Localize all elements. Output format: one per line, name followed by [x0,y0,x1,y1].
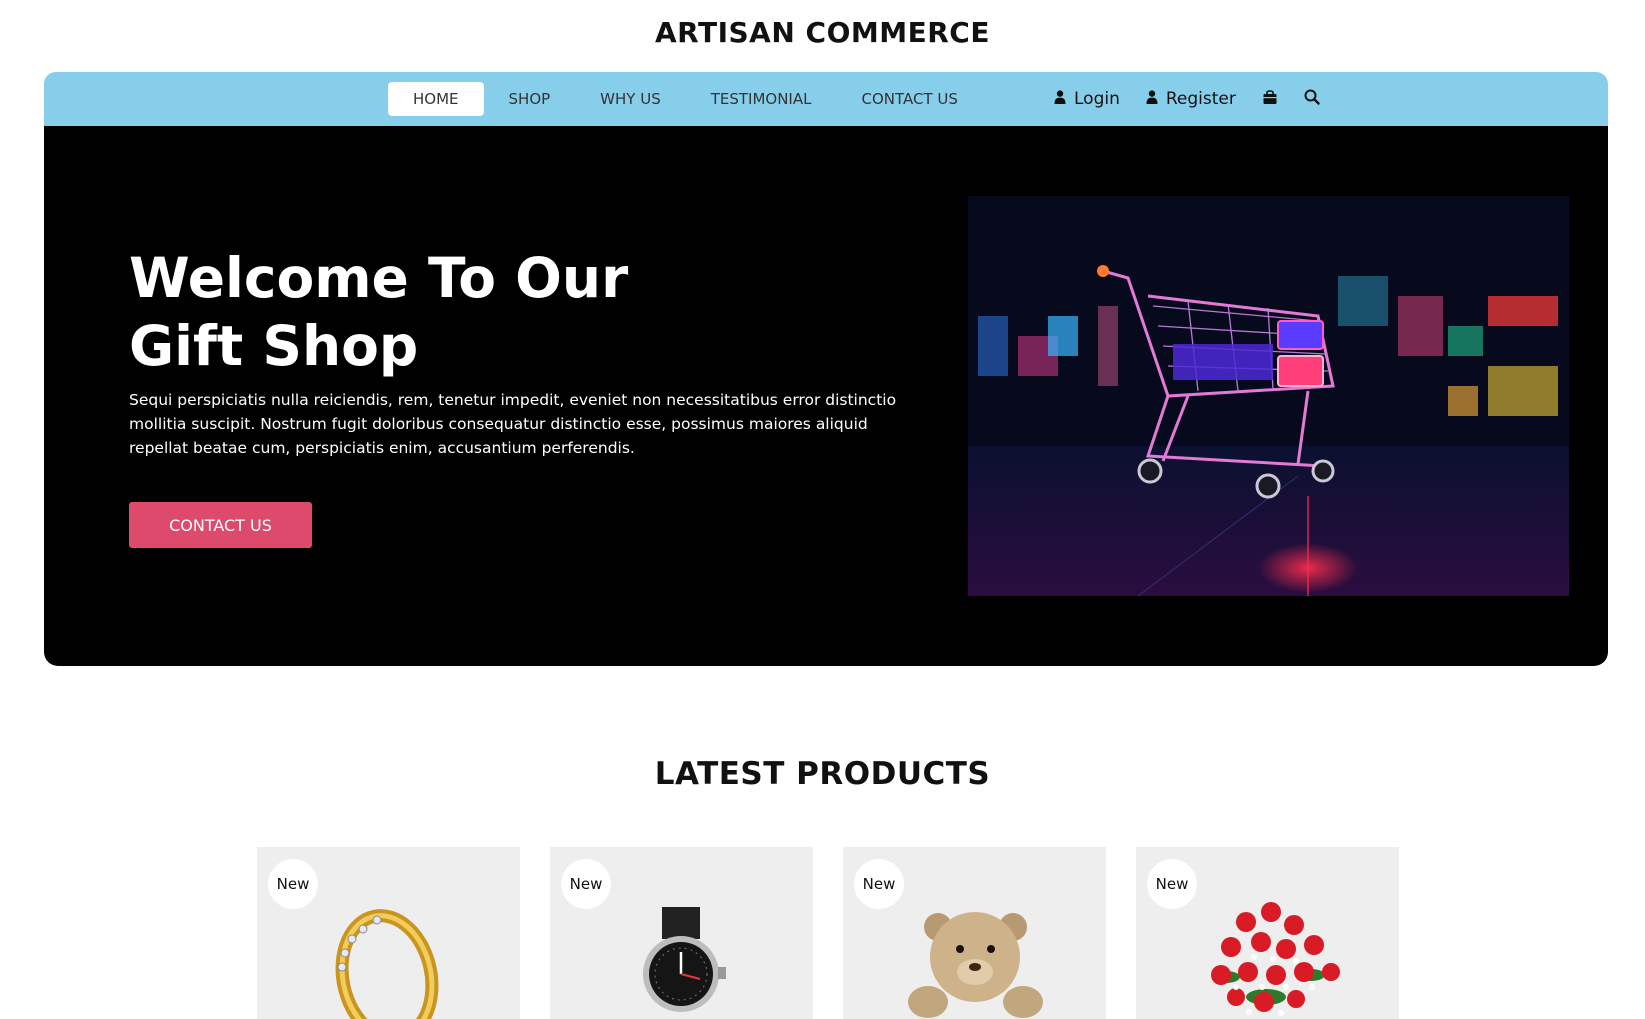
nav-link-home[interactable]: HOME [388,82,484,116]
site-title: ARTISAN COMMERCE [655,16,990,49]
shopping-bag-icon [1262,89,1278,109]
register-label: Register [1165,89,1236,109]
hero-title-line-2: Gift Shop [129,314,419,378]
product-card-ring[interactable]: New [257,847,520,1019]
nav-link-shop[interactable]: SHOP [484,82,576,116]
hero-shopping-cart-image [968,196,1569,596]
new-badge: New [561,859,611,909]
login-label: Login [1074,89,1120,109]
nav-link-why-us[interactable]: WHY US [575,82,686,116]
search-icon [1304,89,1320,109]
nav-link-testimonial[interactable]: TESTIMONIAL [686,82,837,116]
nav-link-contact-us[interactable]: CONTACT US [836,82,982,116]
new-badge: New [854,859,904,909]
product-card-watch[interactable]: New [550,847,813,1019]
user-nav: Login Register [1054,82,1320,116]
main-navbar: HOME SHOP WHY US TESTIMONIAL CONTACT US … [44,72,1608,126]
user-icon [1054,89,1066,109]
hero-section: Welcome To Our Gift Shop Sequi perspicia… [44,126,1608,666]
contact-us-button[interactable]: CONTACT US [129,502,312,548]
new-badge: New [1147,859,1197,909]
new-badge: New [268,859,318,909]
product-grid: New New New New [257,847,1399,1019]
latest-products-title: LATEST PRODUCTS [654,756,991,792]
hero-title-line-1: Welcome To Our [129,246,629,310]
neon-shopping-cart-illustration [968,196,1569,596]
register-link[interactable]: Register [1146,89,1236,109]
login-link[interactable]: Login [1054,89,1120,109]
search-button[interactable] [1304,89,1320,109]
user-icon [1146,89,1158,109]
hero-title: Welcome To Our Gift Shop [129,244,829,380]
hero-description: Sequi perspiciatis nulla reiciendis, rem… [129,391,897,457]
product-card-teddy-bear[interactable]: New [843,847,1106,1019]
cart-button[interactable] [1262,89,1278,109]
nav-links: HOME SHOP WHY US TESTIMONIAL CONTACT US [388,82,983,116]
product-card-roses[interactable]: New [1136,847,1399,1019]
